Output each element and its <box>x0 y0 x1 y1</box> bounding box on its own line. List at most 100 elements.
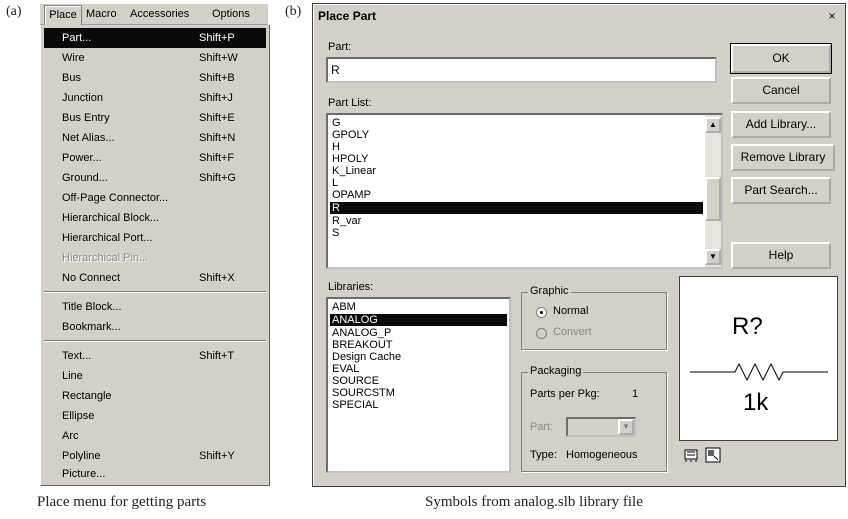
menu-item-power[interactable]: Power... Shift+F <box>44 148 266 168</box>
menu-item-picture[interactable]: Picture... <box>44 464 266 484</box>
part-label: Part: <box>328 41 352 53</box>
libraries-label: Libraries: <box>328 281 374 293</box>
part-list-item[interactable]: H <box>330 141 703 153</box>
menu-item-label: Polyline <box>62 450 101 462</box>
library-item[interactable]: SPECIAL <box>330 399 507 411</box>
menu-item-hierarchical-block[interactable]: Hierarchical Block... <box>44 208 266 228</box>
part-list-item[interactable]: G <box>330 117 703 129</box>
libraries-list[interactable]: ABM ANALOG ANALOG_P BREAKOUT Design Cach… <box>326 297 511 473</box>
close-icon[interactable]: × <box>824 9 840 23</box>
normal-radio-label: Normal <box>553 305 589 317</box>
panel-label-b: (b) <box>285 4 302 19</box>
part-list-scrollbar[interactable]: ▲ ▼ <box>705 115 721 267</box>
convert-radio <box>536 328 547 339</box>
part-list-item-selected[interactable]: R <box>330 202 703 214</box>
menu-item-wire[interactable]: Wire Shift+W <box>44 48 266 68</box>
menu-item-label: Hierarchical Block... <box>62 212 160 224</box>
library-item[interactable]: SOURCSTM <box>330 387 507 399</box>
menu-item-arc[interactable]: Arc <box>44 426 266 446</box>
menu-item-off-page-connector[interactable]: Off-Page Connector... <box>44 188 266 208</box>
menu-item-shortcut: Shift+X <box>199 272 235 284</box>
menu-item-label: Bookmark... <box>62 321 121 333</box>
menu-item-label: No Connect <box>62 272 121 284</box>
menu-item-ellipse[interactable]: Ellipse <box>44 406 266 426</box>
remove-library-button[interactable]: Remove Library <box>731 144 835 171</box>
view-pins-icon[interactable] <box>683 447 699 463</box>
menu-item-polyline[interactable]: Polyline Shift+Y <box>44 446 266 466</box>
scroll-down-arrow-icon[interactable]: ▼ <box>705 249 721 265</box>
library-item[interactable]: EVAL <box>330 363 507 375</box>
part-list[interactable]: G GPOLY H HPOLY K_Linear L OPAMP R R_var… <box>326 113 723 269</box>
menubar-item-accessories[interactable]: Accessories <box>130 4 189 24</box>
chevron-down-icon: ▼ <box>618 419 634 435</box>
menu-item-label: Ellipse <box>62 410 95 422</box>
menu-item-label: Text... <box>62 350 92 362</box>
package-type-label: Type: <box>530 449 557 461</box>
part-list-item[interactable]: R_var <box>330 215 703 227</box>
menu-item-shortcut: Shift+E <box>199 112 235 124</box>
menu-item-line[interactable]: Line <box>44 366 266 386</box>
menu-item-bus[interactable]: Bus Shift+B <box>44 68 266 88</box>
part-list-item[interactable]: K_Linear <box>330 165 703 177</box>
menu-item-shortcut: Shift+W <box>199 52 238 64</box>
menu-item-text[interactable]: Text... Shift+T <box>44 346 266 366</box>
part-list-item[interactable]: OPAMP <box>330 189 703 201</box>
menu-item-label: Line <box>62 370 83 382</box>
normal-radio[interactable] <box>536 307 547 318</box>
part-list-item[interactable]: HPOLY <box>330 153 703 165</box>
library-item[interactable]: ABM <box>330 301 507 313</box>
menubar-item-macro[interactable]: Macro <box>86 4 117 24</box>
menu-item-title-block[interactable]: Title Block... <box>44 297 266 317</box>
menu-item-label: Off-Page Connector... <box>62 192 169 204</box>
menu-item-label: Rectangle <box>62 390 112 402</box>
package-part-label: Part: <box>530 421 554 433</box>
menu-item-part[interactable]: Part... Shift+P <box>44 28 266 48</box>
menu-item-shortcut: Shift+Y <box>199 450 235 462</box>
menubar-item-place[interactable]: Place <box>44 5 82 25</box>
help-button[interactable]: Help <box>731 242 831 269</box>
part-preview: R? 1k <box>679 276 838 441</box>
part-search-button[interactable]: Part Search... <box>731 177 831 204</box>
menu-item-hierarchical-port[interactable]: Hierarchical Port... <box>44 228 266 248</box>
menu-item-bookmark[interactable]: Bookmark... <box>44 317 266 337</box>
scroll-up-arrow-icon[interactable]: ▲ <box>705 117 721 133</box>
menu-item-shortcut: Shift+T <box>199 350 235 362</box>
library-item-selected[interactable]: ANALOG <box>330 314 507 326</box>
packaging-group-title: Packaging <box>528 365 584 377</box>
library-item[interactable]: ANALOG_P <box>330 327 507 339</box>
menu-bar: Place Macro Accessories Options <box>40 4 268 25</box>
menu-item-no-connect[interactable]: No Connect Shift+X <box>44 268 266 288</box>
menubar-item-options[interactable]: Options <box>212 4 250 24</box>
menu-item-label: Hierarchical Pin... <box>62 252 149 264</box>
menu-item-label: Power... <box>62 152 102 164</box>
menu-item-net-alias[interactable]: Net Alias... Shift+N <box>44 128 266 148</box>
menu-item-label: Hierarchical Port... <box>62 232 153 244</box>
part-list-item[interactable]: S <box>330 227 703 237</box>
library-item[interactable]: Design Cache <box>330 351 507 363</box>
menu-item-bus-entry[interactable]: Bus Entry Shift+E <box>44 108 266 128</box>
menu-item-shortcut: Shift+P <box>199 32 235 44</box>
ok-button[interactable]: OK <box>730 43 832 74</box>
scroll-thumb[interactable] <box>705 177 721 221</box>
menu-item-rectangle[interactable]: Rectangle <box>44 386 266 406</box>
preview-ref-designator: R? <box>732 313 763 340</box>
package-type-value: Homogeneous <box>566 449 638 461</box>
dialog-title-bar: Place Part × <box>314 5 844 27</box>
zoom-preview-icon[interactable] <box>705 447 721 463</box>
menu-item-shortcut: Shift+F <box>199 152 235 164</box>
resistor-symbol <box>690 362 828 382</box>
place-menu: Part... Shift+P Wire Shift+W Bus Shift+B Ju… <box>40 25 270 486</box>
library-item[interactable]: SOURCE <box>330 375 507 387</box>
caption-b: Symbols from analog.slb library file <box>425 494 643 510</box>
part-list-item[interactable]: GPOLY <box>330 129 703 141</box>
menu-item-label: Net Alias... <box>62 132 115 144</box>
convert-radio-label: Convert <box>553 326 592 338</box>
cancel-button[interactable]: Cancel <box>731 77 831 104</box>
part-input[interactable]: R <box>326 57 717 83</box>
library-item[interactable]: BREAKOUT <box>330 339 507 351</box>
menu-item-label: Junction <box>62 92 103 104</box>
menu-item-junction[interactable]: Junction Shift+J <box>44 88 266 108</box>
part-list-item[interactable]: L <box>330 177 703 189</box>
menu-item-ground[interactable]: Ground... Shift+G <box>44 168 266 188</box>
add-library-button[interactable]: Add Library... <box>731 111 831 138</box>
